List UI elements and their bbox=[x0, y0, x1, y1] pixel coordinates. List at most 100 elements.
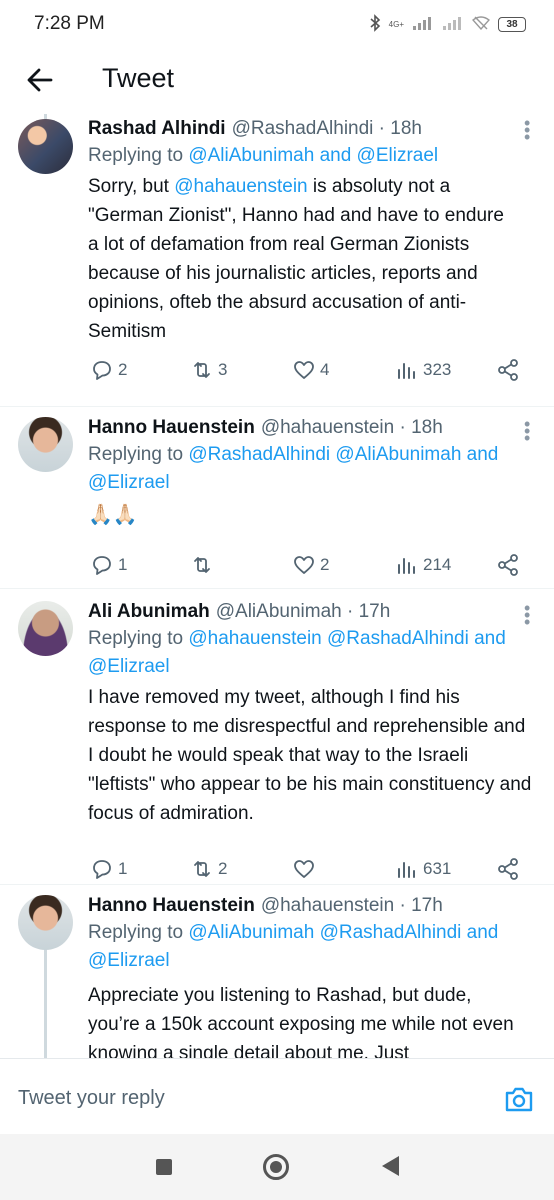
back-arrow-icon[interactable] bbox=[24, 64, 56, 96]
retweet-count: 3 bbox=[218, 360, 228, 379]
views-icon bbox=[398, 862, 415, 878]
wifi-off-icon bbox=[471, 16, 491, 33]
author-name[interactable]: Hanno Hauenstein bbox=[88, 415, 255, 441]
tweet-actions: 2 3 4 323 bbox=[0, 346, 554, 386]
tweet[interactable]: Hanno Hauenstein @hahauenstein · 18h Rep… bbox=[0, 406, 554, 588]
replying-to: Replying to @AliAbunimah @RashadAlhindi … bbox=[88, 919, 538, 975]
tweet[interactable]: Hanno Hauenstein @hahauenstein · 17h Rep… bbox=[0, 884, 554, 1058]
author-handle-time: @AliAbunimah · 17h bbox=[215, 601, 391, 622]
heart-icon bbox=[294, 361, 314, 379]
tweet-text-start: Sorry, but bbox=[88, 176, 175, 197]
avatar[interactable] bbox=[18, 417, 73, 472]
more-options-icon[interactable]: • • • bbox=[524, 415, 530, 447]
signal-icon-2 bbox=[442, 16, 464, 33]
reply-count: 1 bbox=[118, 859, 128, 878]
retweet-icon bbox=[194, 861, 210, 877]
replying-prefix: Replying to bbox=[88, 145, 189, 166]
reply-button[interactable]: 2 bbox=[90, 358, 127, 382]
network-label: 4G+ bbox=[388, 20, 404, 29]
share-button[interactable] bbox=[496, 553, 524, 577]
replying-prefix: Replying to bbox=[88, 628, 189, 649]
system-nav-bar bbox=[0, 1134, 554, 1200]
author-handle-time: @RashadAlhindi · 18h bbox=[231, 118, 422, 139]
avatar[interactable] bbox=[18, 895, 73, 950]
retweet-count: 2 bbox=[218, 859, 228, 878]
views-button[interactable]: 214 bbox=[395, 553, 451, 577]
author-handle-time: @hahauenstein · 18h bbox=[260, 417, 443, 438]
retweet-button[interactable]: 2 bbox=[190, 857, 227, 881]
battery-icon: 38 bbox=[498, 17, 526, 32]
header: Tweet bbox=[0, 48, 554, 114]
reply-input[interactable]: Tweet your reply bbox=[18, 1087, 165, 1110]
tweet-mention[interactable]: @hahauenstein bbox=[174, 176, 307, 197]
status-bar: 7:28 PM 4G+ 38 bbox=[0, 0, 554, 48]
heart-icon bbox=[294, 556, 314, 574]
signal-icon bbox=[412, 16, 434, 33]
more-options-icon[interactable]: • • • bbox=[524, 114, 530, 146]
retweet-button[interactable] bbox=[190, 553, 218, 577]
share-icon bbox=[498, 554, 518, 576]
system-back-icon[interactable] bbox=[382, 1156, 399, 1176]
like-button[interactable]: 4 bbox=[292, 358, 329, 382]
tweet[interactable]: Rashad Alhindi @RashadAlhindi · 18h Repl… bbox=[0, 114, 554, 400]
reply-button[interactable]: 1 bbox=[90, 857, 127, 881]
reply-count: 1 bbox=[118, 555, 128, 574]
page-title: Tweet bbox=[102, 63, 175, 93]
views-button[interactable]: 323 bbox=[395, 358, 451, 382]
replying-prefix: Replying to bbox=[88, 922, 189, 943]
author-name[interactable]: Rashad Alhindi bbox=[88, 116, 226, 142]
views-icon bbox=[398, 363, 415, 379]
like-button[interactable] bbox=[292, 857, 320, 881]
replying-to: Replying to @AliAbunimah and @Elizrael bbox=[88, 142, 528, 170]
retweet-icon bbox=[194, 362, 210, 378]
tweet-text: I have removed my tweet, although I find… bbox=[88, 687, 532, 824]
reply-bar: Tweet your reply bbox=[0, 1058, 554, 1134]
views-count: 214 bbox=[423, 555, 452, 574]
tweet-text-end: is absoluty not a "German Zionist", Hann… bbox=[88, 176, 504, 342]
tweet-text: Appreciate you listening to Rashad, but … bbox=[88, 985, 514, 1058]
avatar[interactable] bbox=[18, 119, 73, 174]
camera-icon[interactable] bbox=[504, 1085, 534, 1113]
tweet-header: Ali Abunimah @AliAbunimah · 17h bbox=[88, 597, 538, 625]
author-name[interactable]: Hanno Hauenstein bbox=[88, 893, 255, 919]
tweet-actions: 1 2 214 bbox=[0, 541, 554, 581]
retweet-icon bbox=[194, 557, 210, 573]
reply-count: 2 bbox=[118, 360, 128, 379]
like-count: 2 bbox=[320, 555, 330, 574]
recent-apps-icon[interactable] bbox=[156, 1159, 172, 1175]
status-time: 7:28 PM bbox=[34, 13, 105, 34]
share-button[interactable] bbox=[496, 857, 524, 881]
share-button[interactable] bbox=[496, 358, 524, 382]
retweet-button[interactable]: 3 bbox=[190, 358, 227, 382]
like-button[interactable]: 2 bbox=[292, 553, 329, 577]
replying-prefix: Replying to bbox=[88, 444, 189, 465]
status-icons: 4G+ 38 bbox=[369, 14, 526, 35]
replying-mentions[interactable]: @AliAbunimah and @Elizrael bbox=[188, 145, 438, 166]
replying-to: Replying to @RashadAlhindi @AliAbunimah … bbox=[88, 441, 528, 497]
like-count: 4 bbox=[320, 360, 330, 379]
more-options-icon[interactable]: • • • bbox=[524, 599, 530, 631]
tweet-header: Hanno Hauenstein @hahauenstein · 18h bbox=[88, 413, 528, 441]
share-icon bbox=[498, 858, 518, 880]
bluetooth-icon bbox=[369, 14, 381, 35]
replying-to: Replying to @hahauenstein @RashadAlhindi… bbox=[88, 625, 538, 681]
reply-icon bbox=[93, 860, 111, 879]
views-count: 631 bbox=[423, 859, 452, 878]
tweet-header: Hanno Hauenstein @hahauenstein · 17h bbox=[88, 891, 538, 919]
views-button[interactable]: 631 bbox=[395, 857, 451, 881]
reply-icon bbox=[93, 361, 111, 380]
tweet-actions: 1 2 631 bbox=[0, 845, 554, 885]
tweet[interactable]: Ali Abunimah @AliAbunimah · 17h Replying… bbox=[0, 588, 554, 884]
home-icon[interactable] bbox=[263, 1154, 289, 1180]
avatar[interactable] bbox=[18, 601, 73, 656]
tweet-header: Rashad Alhindi @RashadAlhindi · 18h bbox=[88, 114, 528, 142]
share-icon bbox=[498, 359, 518, 381]
reply-icon bbox=[93, 556, 111, 575]
reply-timeline: Rashad Alhindi @RashadAlhindi · 18h Repl… bbox=[0, 114, 554, 1058]
reply-button[interactable]: 1 bbox=[90, 553, 127, 577]
author-name[interactable]: Ali Abunimah bbox=[88, 599, 210, 625]
views-icon bbox=[398, 558, 415, 574]
tweet-text: Sorry, but @hahauenstein is absoluty not… bbox=[88, 172, 528, 346]
author-handle-time: @hahauenstein · 17h bbox=[260, 895, 443, 916]
views-count: 323 bbox=[423, 360, 452, 379]
